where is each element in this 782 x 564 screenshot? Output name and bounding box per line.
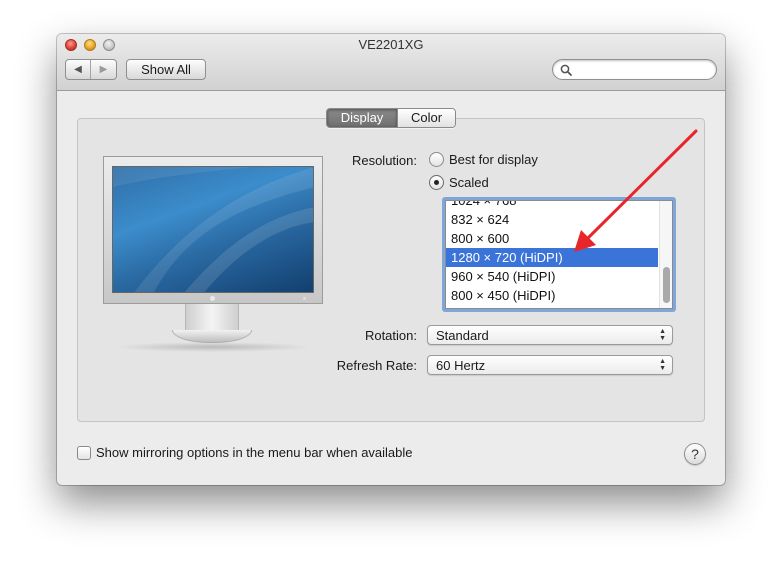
forward-arrow-icon: ▶ bbox=[99, 64, 108, 75]
monitor-shadow bbox=[113, 342, 313, 352]
mirroring-label: Show mirroring options in the menu bar w… bbox=[96, 445, 413, 460]
search-input[interactable] bbox=[575, 61, 710, 78]
display-preferences-window: VE2201XG ◀ ▶ Show All Display Color Reso… bbox=[57, 34, 725, 485]
monitor-stand-neck bbox=[185, 304, 239, 330]
rotation-label: Rotation: bbox=[364, 328, 417, 343]
tab-color[interactable]: Color bbox=[397, 109, 455, 127]
search-icon bbox=[560, 64, 572, 76]
list-item[interactable]: 800 × 600 bbox=[446, 229, 658, 248]
popup-arrows-icon: ▲ ▼ bbox=[659, 358, 666, 372]
radio-button[interactable] bbox=[429, 175, 444, 190]
list-item[interactable]: 1024 × 768 bbox=[446, 201, 658, 210]
radio-label: Scaled bbox=[449, 175, 489, 190]
tab-bar: Display Color bbox=[326, 108, 456, 128]
back-button[interactable]: ◀ bbox=[66, 60, 91, 79]
radio-label: Best for display bbox=[449, 152, 538, 167]
rotation-value: Standard bbox=[436, 328, 489, 343]
resolution-list[interactable]: 1024 × 768 832 × 624 800 × 600 1280 × 72… bbox=[445, 200, 673, 309]
power-indicator bbox=[303, 297, 306, 300]
resolution-list-items: 1024 × 768 832 × 624 800 × 600 1280 × 72… bbox=[446, 201, 658, 305]
help-button[interactable]: ? bbox=[684, 443, 706, 465]
refresh-rate-label: Refresh Rate: bbox=[336, 358, 417, 373]
popup-arrows-icon: ▲ ▼ bbox=[659, 328, 666, 342]
apple-logo-icon bbox=[210, 296, 215, 301]
window-title: VE2201XG bbox=[358, 37, 424, 52]
scrollbar-thumb[interactable] bbox=[663, 267, 670, 303]
mirroring-checkbox[interactable] bbox=[77, 445, 91, 460]
wallpaper-waves bbox=[113, 167, 313, 292]
list-item[interactable]: 832 × 624 bbox=[446, 210, 658, 229]
list-item[interactable]: 960 × 540 (HiDPI) bbox=[446, 267, 658, 286]
title-bar: VE2201XG ◀ ▶ Show All bbox=[57, 34, 725, 91]
list-item[interactable]: 800 × 450 (HiDPI) bbox=[446, 286, 658, 305]
back-arrow-icon: ◀ bbox=[74, 64, 82, 75]
refresh-rate-popup[interactable]: 60 Hertz ▲ ▼ bbox=[427, 355, 673, 375]
radio-button[interactable] bbox=[429, 152, 444, 167]
monitor-bezel bbox=[103, 156, 323, 304]
show-all-button[interactable]: Show All bbox=[126, 59, 206, 80]
tab-display[interactable]: Display bbox=[327, 109, 397, 127]
radio-best-for-display[interactable]: Best for display bbox=[429, 152, 538, 167]
monitor-image bbox=[103, 156, 323, 356]
forward-button[interactable]: ▶ bbox=[91, 60, 116, 79]
list-scrollbar[interactable] bbox=[659, 201, 672, 308]
monitor-screen bbox=[112, 166, 314, 293]
mirroring-option[interactable]: Show mirroring options in the menu bar w… bbox=[77, 445, 413, 460]
radio-scaled[interactable]: Scaled bbox=[429, 175, 489, 190]
list-item-selected[interactable]: 1280 × 720 (HiDPI) bbox=[446, 248, 658, 267]
rotation-popup[interactable]: Standard ▲ ▼ bbox=[427, 325, 673, 345]
search-field[interactable] bbox=[552, 59, 717, 80]
resolution-label: Resolution: bbox=[351, 153, 417, 168]
back-forward-control: ◀ ▶ bbox=[65, 59, 117, 80]
refresh-rate-value: 60 Hertz bbox=[436, 358, 486, 373]
